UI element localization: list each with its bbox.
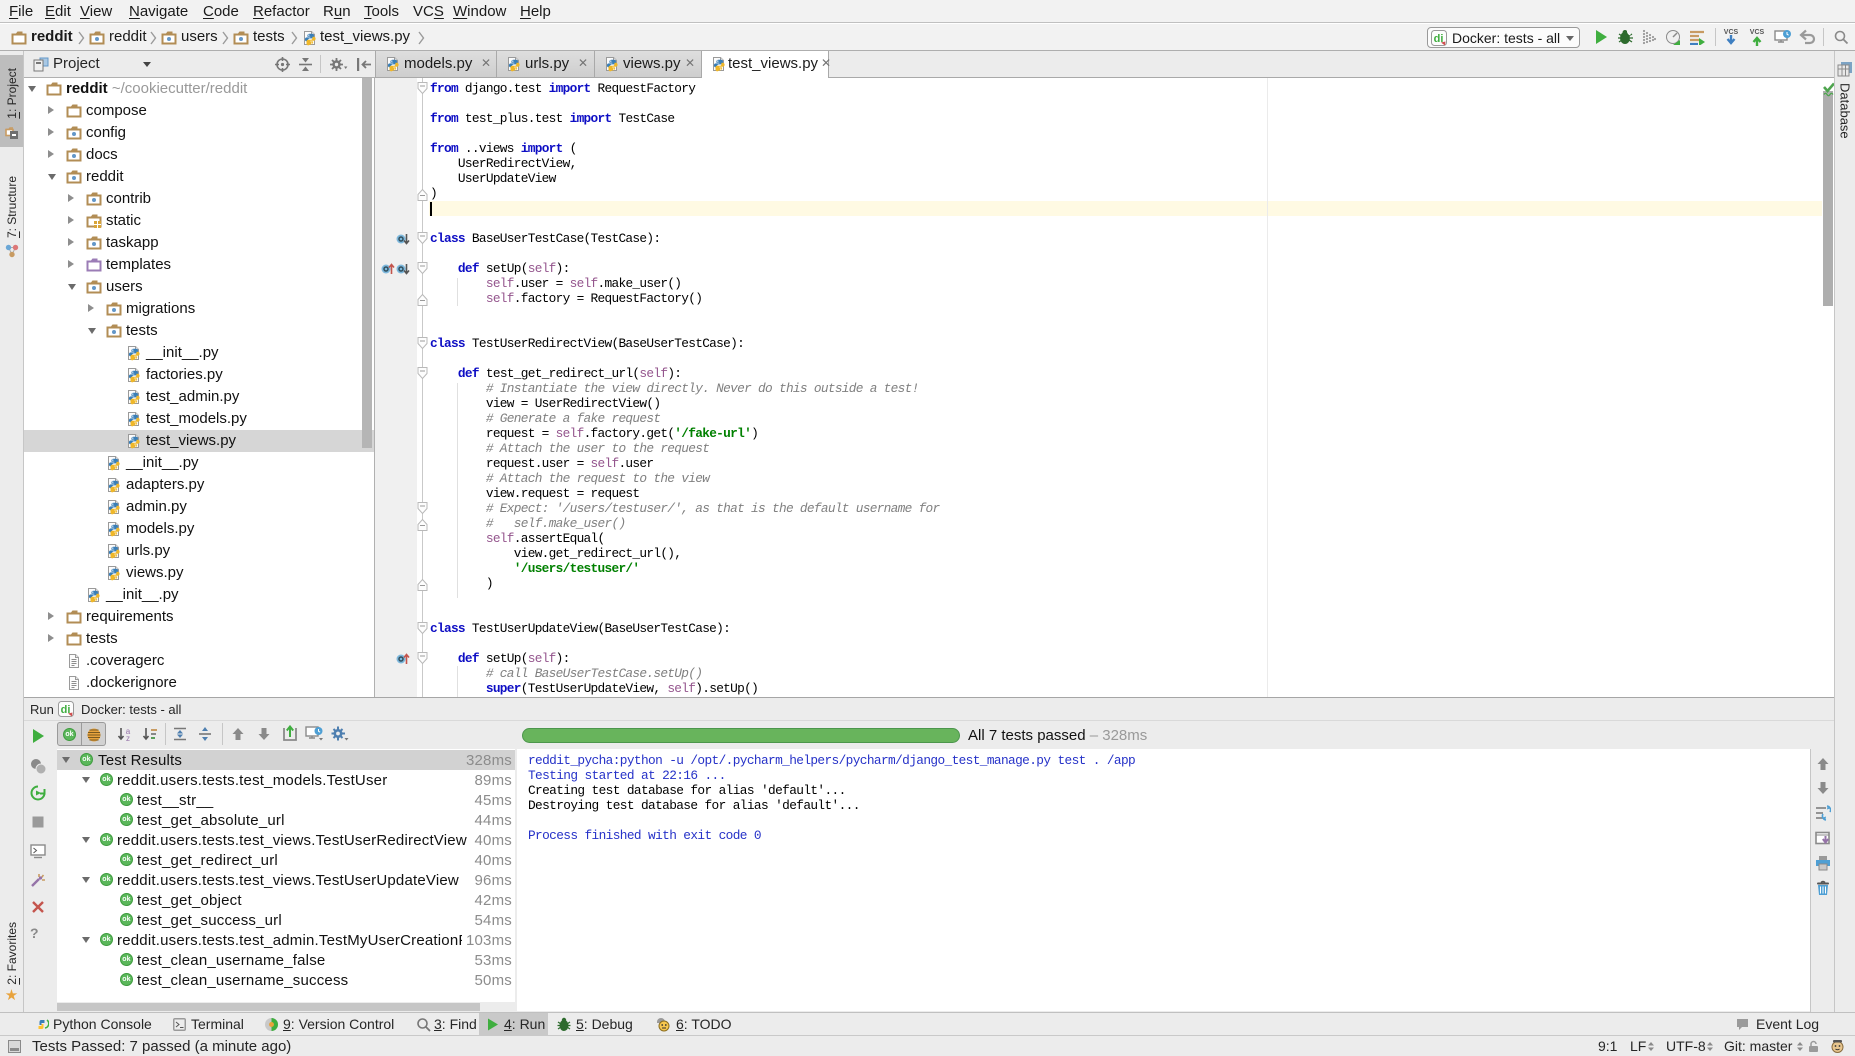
svg-text:VCS: VCS (1724, 29, 1739, 36)
svg-text:z: z (126, 734, 130, 742)
svg-text:di: di (61, 704, 71, 716)
svg-text:di: di (1434, 33, 1444, 45)
svg-text:VCS: VCS (1750, 29, 1765, 36)
